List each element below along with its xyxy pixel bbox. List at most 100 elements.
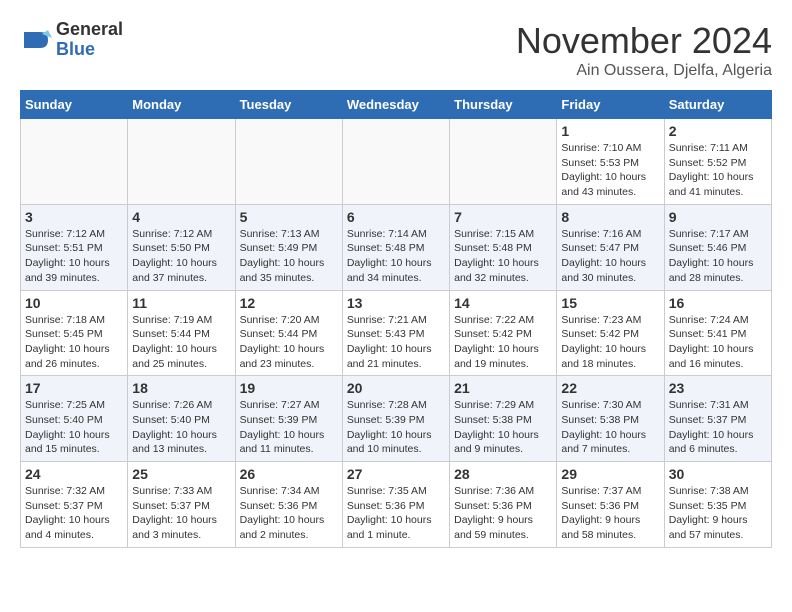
table-row: [235, 119, 342, 205]
day-number: 25: [132, 466, 230, 482]
location-subtitle: Ain Oussera, Djelfa, Algeria: [516, 62, 772, 80]
table-row: 5 Sunrise: 7:13 AM Sunset: 5:49 PM Daylig…: [235, 204, 342, 290]
table-row: 26Sunrise: 7:34 AM Sunset: 5:36 PM Dayli…: [235, 462, 342, 548]
day-info: Sunrise: 7:30 AM Sunset: 5:38 PM Dayligh…: [561, 398, 659, 457]
table-row: 16 Sunrise: 7:24 AM Sunset: 5:41 PM Dayli…: [664, 290, 771, 376]
month-title: November 2024: [516, 20, 772, 62]
table-row: [450, 119, 557, 205]
day-number: 29: [561, 466, 659, 482]
logo: General Blue: [20, 20, 123, 60]
table-row: [21, 119, 128, 205]
table-row: 8 Sunrise: 7:16 AM Sunset: 5:47 PM Daylig…: [557, 204, 664, 290]
logo-blue: Blue: [56, 40, 123, 60]
day-number: 12: [240, 295, 338, 311]
day-info: Sunrise: 7:36 AM Sunset: 5:36 PM Dayligh…: [454, 484, 552, 543]
day-number: 5: [240, 209, 338, 225]
table-row: 30 Sunrise: 7:38 AM Sunset: 5:35 PM Dayli…: [664, 462, 771, 548]
header-sunday: Sunday: [21, 91, 128, 119]
day-number: 30: [669, 466, 767, 482]
header-friday: Friday: [557, 91, 664, 119]
table-row: 23 Sunrise: 7:31 AM Sunset: 5:37 PM Dayli…: [664, 376, 771, 462]
day-info: Sunrise: 7:12 AM Sunset: 5:50 PM Dayligh…: [132, 227, 230, 286]
day-info: Sunrise: 7:24 AM Sunset: 5:41 PM Dayligh…: [669, 313, 767, 372]
day-number: 26: [240, 466, 338, 482]
table-row: [342, 119, 449, 205]
day-number: 27: [347, 466, 445, 482]
table-row: 2Sunrise: 7:11 AM Sunset: 5:52 PM Daylig…: [664, 119, 771, 205]
day-number: 10: [25, 295, 123, 311]
logo-text: General Blue: [56, 20, 123, 60]
day-info: Sunrise: 7:25 AM Sunset: 5:40 PM Dayligh…: [25, 398, 123, 457]
day-info: Sunrise: 7:21 AM Sunset: 5:43 PM Dayligh…: [347, 313, 445, 372]
day-info: Sunrise: 7:19 AM Sunset: 5:44 PM Dayligh…: [132, 313, 230, 372]
day-number: 17: [25, 380, 123, 396]
day-info: Sunrise: 7:31 AM Sunset: 5:37 PM Dayligh…: [669, 398, 767, 457]
table-row: 28 Sunrise: 7:36 AM Sunset: 5:36 PM Dayli…: [450, 462, 557, 548]
table-row: 18 Sunrise: 7:26 AM Sunset: 5:40 PM Dayli…: [128, 376, 235, 462]
table-row: 10 Sunrise: 7:18 AM Sunset: 5:45 PM Dayli…: [21, 290, 128, 376]
day-number: 18: [132, 380, 230, 396]
day-info: Sunrise: 7:23 AM Sunset: 5:42 PM Dayligh…: [561, 313, 659, 372]
day-number: 7: [454, 209, 552, 225]
table-row: 22 Sunrise: 7:30 AM Sunset: 5:38 PM Dayli…: [557, 376, 664, 462]
table-row: 19Sunrise: 7:27 AM Sunset: 5:39 PM Dayli…: [235, 376, 342, 462]
day-number: 28: [454, 466, 552, 482]
table-row: 1 Sunrise: 7:10 AM Sunset: 5:53 PM Daylig…: [557, 119, 664, 205]
day-info: Sunrise: 7:15 AM Sunset: 5:48 PM Dayligh…: [454, 227, 552, 286]
day-number: 22: [561, 380, 659, 396]
table-row: 13 Sunrise: 7:21 AM Sunset: 5:43 PM Dayli…: [342, 290, 449, 376]
table-row: 9 Sunrise: 7:17 AM Sunset: 5:46 PM Daylig…: [664, 204, 771, 290]
day-info: Sunrise: 7:37 AM Sunset: 5:36 PM Dayligh…: [561, 484, 659, 543]
day-number: 23: [669, 380, 767, 396]
calendar-week-row: 1 Sunrise: 7:10 AM Sunset: 5:53 PM Daylig…: [21, 119, 772, 205]
day-number: 13: [347, 295, 445, 311]
day-number: 20: [347, 380, 445, 396]
title-area: November 2024 Ain Oussera, Djelfa, Alger…: [516, 20, 772, 80]
calendar-week-row: 24 Sunrise: 7:32 AM Sunset: 5:37 PM Dayli…: [21, 462, 772, 548]
calendar-table: Sunday Monday Tuesday Wednesday Thursday…: [20, 90, 772, 548]
table-row: 27 Sunrise: 7:35 AM Sunset: 5:36 PM Dayli…: [342, 462, 449, 548]
day-number: 1: [561, 123, 659, 139]
table-row: 14Sunrise: 7:22 AM Sunset: 5:42 PM Dayli…: [450, 290, 557, 376]
day-number: 2: [669, 123, 767, 139]
table-row: 17 Sunrise: 7:25 AM Sunset: 5:40 PM Dayli…: [21, 376, 128, 462]
day-number: 11: [132, 295, 230, 311]
day-number: 24: [25, 466, 123, 482]
table-row: 11 Sunrise: 7:19 AM Sunset: 5:44 PM Dayli…: [128, 290, 235, 376]
day-number: 3: [25, 209, 123, 225]
day-number: 9: [669, 209, 767, 225]
page-header: General Blue November 2024 Ain Oussera, …: [20, 20, 772, 80]
day-info: Sunrise: 7:18 AM Sunset: 5:45 PM Dayligh…: [25, 313, 123, 372]
day-info: Sunrise: 7:17 AM Sunset: 5:46 PM Dayligh…: [669, 227, 767, 286]
header-saturday: Saturday: [664, 91, 771, 119]
table-row: 15 Sunrise: 7:23 AM Sunset: 5:42 PM Dayli…: [557, 290, 664, 376]
calendar-week-row: 17 Sunrise: 7:25 AM Sunset: 5:40 PM Dayli…: [21, 376, 772, 462]
day-info: Sunrise: 7:10 AM Sunset: 5:53 PM Dayligh…: [561, 141, 659, 200]
day-number: 15: [561, 295, 659, 311]
calendar-week-row: 10 Sunrise: 7:18 AM Sunset: 5:45 PM Dayli…: [21, 290, 772, 376]
day-info: Sunrise: 7:20 AM Sunset: 5:44 PM Dayligh…: [240, 313, 338, 372]
table-row: 12 Sunrise: 7:20 AM Sunset: 5:44 PM Dayli…: [235, 290, 342, 376]
day-info: Sunrise: 7:27 AM Sunset: 5:39 PM Dayligh…: [240, 398, 338, 457]
header-wednesday: Wednesday: [342, 91, 449, 119]
day-info: Sunrise: 7:13 AM Sunset: 5:49 PM Dayligh…: [240, 227, 338, 286]
day-info: Sunrise: 7:26 AM Sunset: 5:40 PM Dayligh…: [132, 398, 230, 457]
table-row: 25Sunrise: 7:33 AM Sunset: 5:37 PM Dayli…: [128, 462, 235, 548]
table-row: 24 Sunrise: 7:32 AM Sunset: 5:37 PM Dayli…: [21, 462, 128, 548]
logo-icon: [20, 24, 52, 56]
day-info: Sunrise: 7:38 AM Sunset: 5:35 PM Dayligh…: [669, 484, 767, 543]
day-number: 4: [132, 209, 230, 225]
day-info: Sunrise: 7:28 AM Sunset: 5:39 PM Dayligh…: [347, 398, 445, 457]
header-monday: Monday: [128, 91, 235, 119]
table-row: 20 Sunrise: 7:28 AM Sunset: 5:39 PM Dayli…: [342, 376, 449, 462]
day-info: Sunrise: 7:16 AM Sunset: 5:47 PM Dayligh…: [561, 227, 659, 286]
table-row: 21Sunrise: 7:29 AM Sunset: 5:38 PM Dayli…: [450, 376, 557, 462]
header-thursday: Thursday: [450, 91, 557, 119]
day-number: 8: [561, 209, 659, 225]
day-info: Sunrise: 7:12 AM Sunset: 5:51 PM Dayligh…: [25, 227, 123, 286]
day-info: Sunrise: 7:32 AM Sunset: 5:37 PM Dayligh…: [25, 484, 123, 543]
day-number: 16: [669, 295, 767, 311]
table-row: 29 Sunrise: 7:37 AM Sunset: 5:36 PM Dayli…: [557, 462, 664, 548]
day-info: Sunrise: 7:35 AM Sunset: 5:36 PM Dayligh…: [347, 484, 445, 543]
day-info: Sunrise: 7:14 AM Sunset: 5:48 PM Dayligh…: [347, 227, 445, 286]
